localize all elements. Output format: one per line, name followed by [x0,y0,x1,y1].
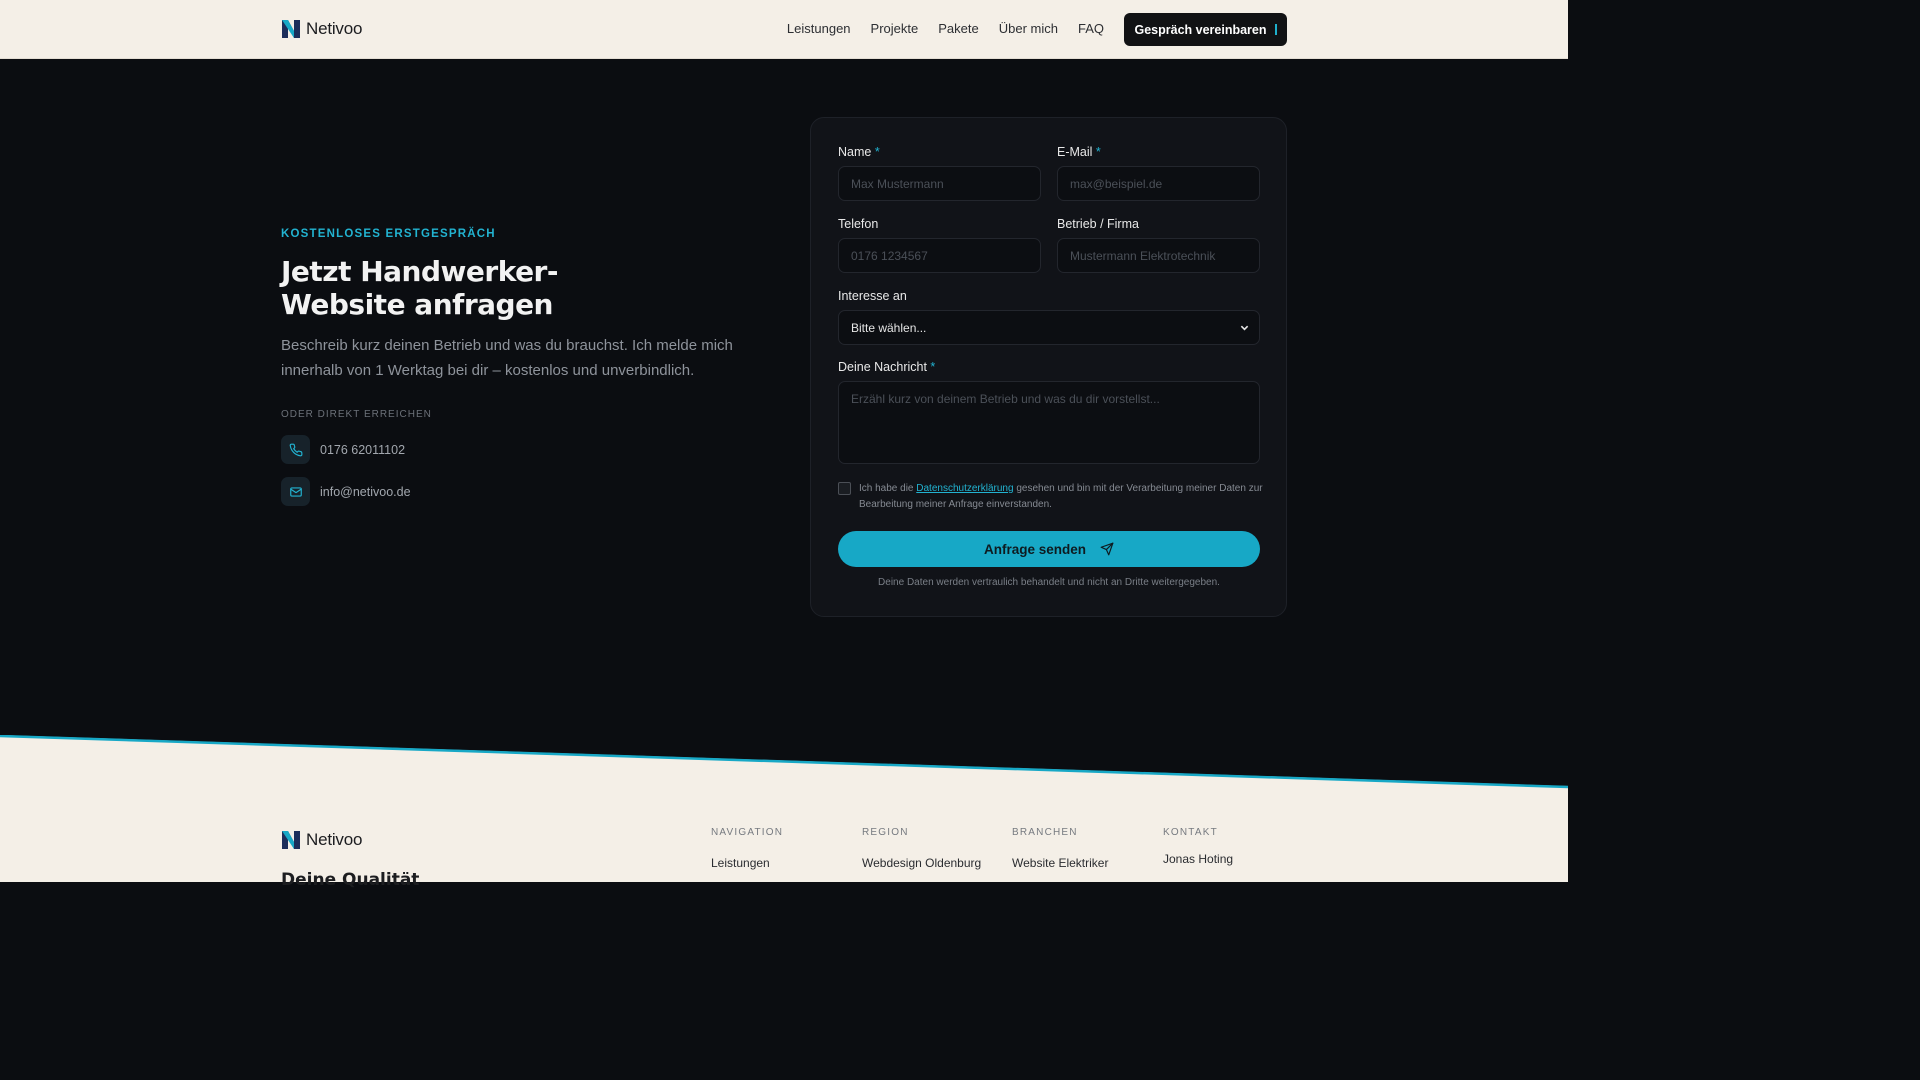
required-mark: * [930,360,936,374]
email-label-text: E-Mail [1057,145,1093,159]
interest-selected-value: Bitte wählen... [851,320,927,335]
company-label: Betrieb / Firma [1057,217,1139,231]
netivoo-logo-icon [282,20,300,38]
inquiry-form: Name * Max Mustermann E-Mail * max@beisp… [810,117,1287,617]
email-address: info@netivoo.de [320,484,411,499]
contact-section: KOSTENLOSES ERSTGESPRÄCH Jetzt Handwerke… [0,59,1568,749]
consent-pre: Ich habe die [859,483,917,494]
phone-icon [281,435,310,464]
footer-col-region: REGION Webdesign Oldenburg [862,827,981,870]
nav-link-leistungen[interactable]: Leistungen [787,21,851,36]
footer-col-heading: REGION [862,827,909,838]
footer-tagline: Deine Qualität [281,870,420,890]
phone-number: 0176 62011102 [320,442,406,457]
name-input[interactable]: Max Mustermann [838,166,1041,201]
privacy-note: Deine Daten werden vertraulich behandelt… [878,577,1220,588]
cursor-bar-icon [1274,24,1277,35]
footer-link[interactable]: Webdesign Oldenburg [862,856,981,870]
send-icon [1100,542,1114,556]
footer-contact-name: Jonas Hoting [1163,852,1234,866]
footer-col-heading: BRANCHEN [1012,827,1078,838]
footer-link[interactable]: Leistungen [711,856,783,870]
submit-button[interactable]: Anfrage senden [838,531,1260,567]
netivoo-logo-icon [282,831,300,849]
required-mark: * [874,145,880,159]
consent-checkbox[interactable] [838,482,851,495]
footer-brand-name: Netivoo [306,830,363,849]
section-eyebrow: KOSTENLOSES ERSTGESPRÄCH [281,228,496,240]
site-footer [0,795,1568,882]
phone-label: Telefon [838,217,879,231]
privacy-policy-link[interactable]: Datenschutzerklärung [916,483,1013,494]
nav-link-pakete[interactable]: Pakete [938,21,978,36]
brand-name: Netivoo [306,19,363,38]
site-header: Netivoo Leistungen Projekte Pakete Über … [0,0,1568,59]
consent-text: Ich habe die Datenschutzerklärung gesehe… [859,481,1264,513]
book-call-label: Gespräch vereinbaren [1134,22,1267,37]
brand-logo[interactable]: Netivoo [281,17,362,41]
name-label: Name * [838,145,880,159]
contact-phone[interactable]: 0176 62011102 [281,435,405,464]
footer-link[interactable]: Website Elektriker [1012,856,1108,870]
submit-label: Anfrage senden [983,541,1087,557]
phone-input[interactable]: 0176 1234567 [838,238,1041,273]
footer-col-heading: NAVIGATION [711,827,784,838]
book-call-button[interactable]: Gespräch vereinbaren [1124,13,1287,46]
interest-label: Interesse an [838,289,907,303]
footer-col-navigation: NAVIGATION Leistungen [711,827,783,870]
contact-email[interactable]: info@netivoo.de [281,477,411,506]
message-textarea[interactable]: Erzähl kurz von deinem Betrieb und was d… [838,381,1260,464]
email-input[interactable]: max@beispiel.de [1057,166,1260,201]
footer-col-heading: KONTAKT [1163,827,1218,838]
mail-icon [281,477,310,506]
message-label: Deine Nachricht * [838,360,935,374]
company-input[interactable]: Mustermann Elektrotechnik [1057,238,1260,273]
email-label: E-Mail * [1057,145,1101,159]
name-label-text: Name [838,145,872,159]
main-nav: Leistungen Projekte Pakete Über mich FAQ [787,21,1104,36]
nav-link-faq[interactable]: FAQ [1078,21,1104,36]
section-lead: Beschreib kurz deinen Betrieb und was du… [281,337,733,379]
footer-col-kontakt: KONTAKT Jonas Hoting [1163,827,1233,866]
nav-link-ueber-mich[interactable]: Über mich [999,21,1058,36]
chevron-down-icon [1240,325,1249,331]
nav-link-projekte[interactable]: Projekte [871,21,919,36]
direct-contact-label: ODER DIREKT ERREICHEN [281,409,432,420]
footer-col-branchen: BRANCHEN Website Elektriker [1012,827,1108,870]
section-headline: Jetzt Handwerker-Website anfragen [281,255,558,321]
footer-brand-logo[interactable]: Netivoo [281,828,362,852]
interest-select[interactable]: Bitte wählen... [838,310,1260,345]
message-label-text: Deine Nachricht [838,360,927,374]
required-mark: * [1095,145,1101,159]
